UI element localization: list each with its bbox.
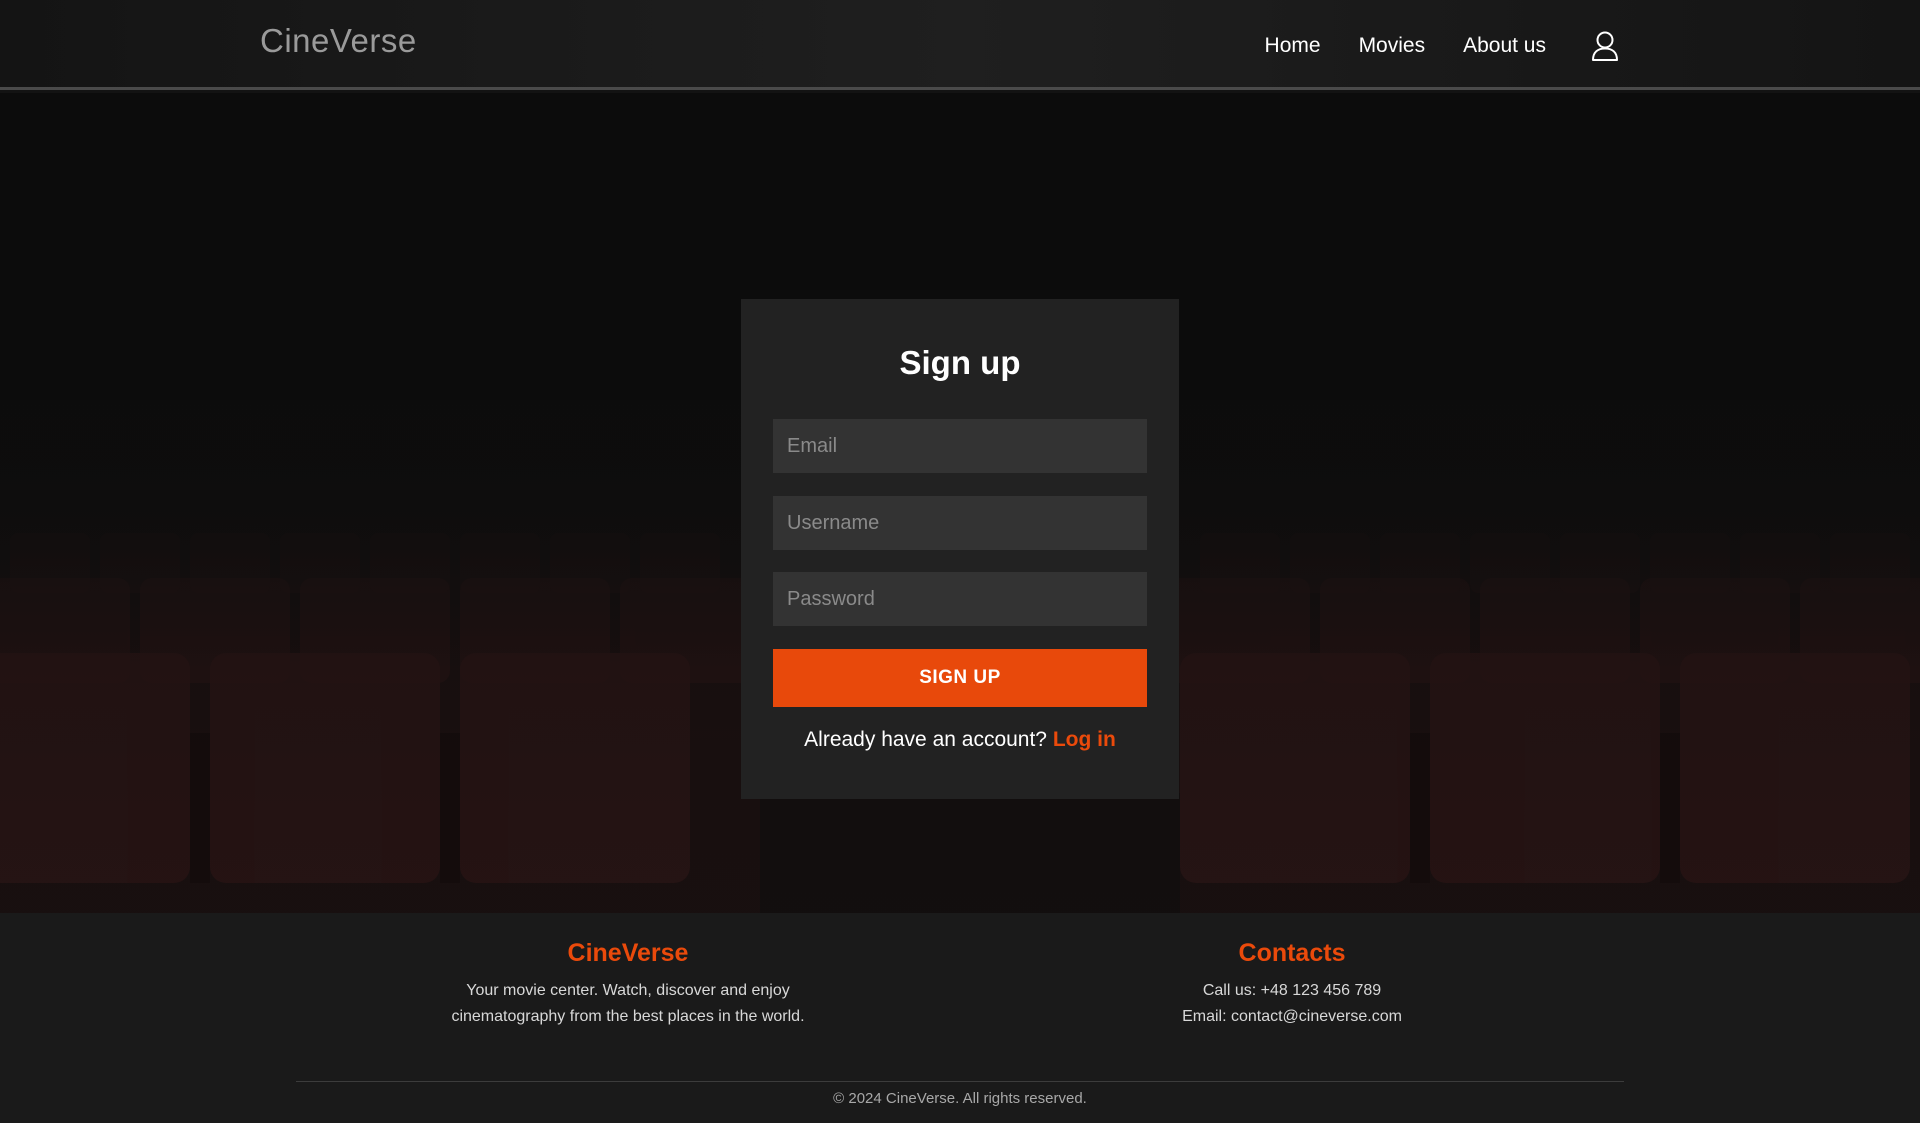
login-link[interactable]: Log in: [1053, 728, 1116, 751]
signup-card: Sign up SIGN UP Already have an account?…: [741, 299, 1179, 799]
footer-email: Email: contact@cineverse.com: [1182, 1008, 1402, 1025]
site-footer: CineVerse Your movie center. Watch, disc…: [0, 913, 1920, 1123]
footer-contacts-heading: Contacts: [1238, 939, 1346, 967]
brand-logo[interactable]: CineVerse: [260, 22, 417, 60]
nav-about-link[interactable]: About us: [1463, 34, 1546, 58]
nav-home-link[interactable]: Home: [1265, 34, 1321, 58]
footer-about-text-line2: cinematography from the best places in t…: [451, 1008, 805, 1025]
footer-brand-heading: CineVerse: [567, 939, 689, 967]
login-prompt-text: Already have an account?: [804, 728, 1047, 751]
nav-movies-link[interactable]: Movies: [1359, 34, 1426, 58]
footer-about-text-line1: Your movie center. Watch, discover and e…: [466, 982, 790, 999]
footer-phone: Call us: +48 123 456 789: [1202, 982, 1382, 999]
hero-background: Sign up SIGN UP Already have an account?…: [0, 93, 1920, 913]
site-header: CineVerse Home Movies About us: [0, 0, 1920, 90]
login-prompt-line: Already have an account? Log in: [741, 728, 1179, 752]
footer-contacts: Contacts Call us: +48 123 456 789 Email:…: [1052, 939, 1532, 1030]
user-icon[interactable]: [1590, 30, 1620, 62]
password-input[interactable]: [773, 572, 1147, 626]
username-input[interactable]: [773, 496, 1147, 550]
footer-about: CineVerse Your movie center. Watch, disc…: [388, 939, 868, 1030]
footer-divider: [296, 1081, 1624, 1082]
signup-button[interactable]: SIGN UP: [773, 649, 1147, 707]
copyright-text: © 2024 CineVerse. All rights reserved.: [833, 1090, 1087, 1107]
email-input[interactable]: [773, 419, 1147, 473]
main-nav: Home Movies About us: [1227, 30, 1620, 62]
signup-title: Sign up: [899, 344, 1021, 381]
